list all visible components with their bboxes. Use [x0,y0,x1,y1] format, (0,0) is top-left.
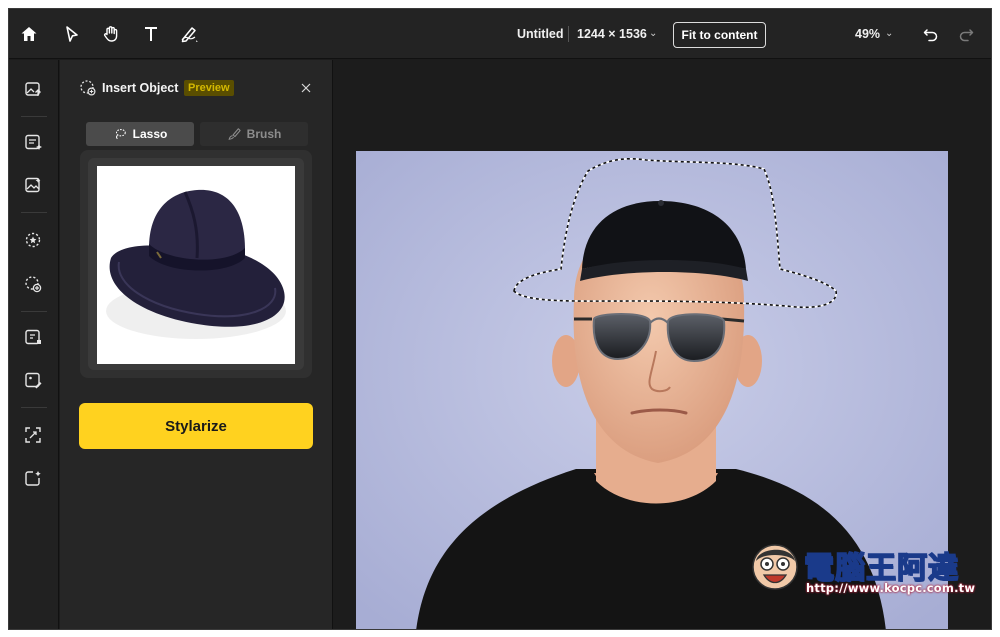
text-edit-icon[interactable] [21,130,45,154]
image-upload-icon[interactable] [21,77,45,101]
canvas-size[interactable]: 1244 × 1536 [577,27,647,41]
tab-lasso[interactable]: Lasso [86,122,194,146]
close-icon[interactable] [296,78,316,98]
hat-object-image [97,166,295,364]
tab-brush-label: Brush [246,127,282,141]
select-arrow-icon[interactable] [60,22,84,46]
rail-divider [21,212,47,213]
app-window: Untitled 1244 × 1536 ⌄ Fit to content 49… [8,8,992,630]
rail-divider [21,407,47,408]
image-edit-icon[interactable] [21,173,45,197]
insert-object-icon[interactable] [21,272,45,296]
chevron-down-icon[interactable]: ⌄ [885,28,893,39]
rail-divider [21,116,47,117]
zoom-level[interactable]: 49% [855,27,880,41]
pen-tool-icon[interactable] [177,22,201,46]
home-icon[interactable] [17,22,41,46]
tool-rail [9,60,59,629]
brush-icon [228,128,241,140]
document-title: Untitled [517,27,564,41]
preview-badge: Preview [184,80,234,96]
crop-expand-icon[interactable] [21,325,45,349]
watermark-mascot-icon [748,539,802,593]
watermark-url: http://www.kocpc.com.tw [806,581,976,595]
object-preview-card[interactable] [80,150,312,378]
canvas-area[interactable]: 電腦王阿達 http://www.kocpc.com.tw [334,60,991,629]
chevron-down-icon[interactable]: ⌄ [649,28,657,39]
title-divider [568,26,569,42]
top-toolbar: Untitled 1244 × 1536 ⌄ Fit to content 49… [9,9,991,59]
tab-brush[interactable]: Brush [200,122,308,146]
magic-select-icon[interactable] [21,228,45,252]
rail-divider [21,311,47,312]
insert-object-icon [78,78,98,98]
upscale-icon[interactable] [21,423,45,447]
insert-object-panel: Insert Object Preview Lasso Brush Stylar… [60,60,333,629]
lasso-icon [115,129,126,140]
selection-mode-tabs: Lasso Brush [86,122,308,146]
tab-lasso-label: Lasso [132,127,168,141]
generate-icon[interactable] [21,466,45,490]
redo-icon[interactable] [954,22,978,46]
fit-to-content-button[interactable]: Fit to content [673,22,766,48]
stylarize-button[interactable]: Stylarize [79,403,313,449]
text-tool-icon[interactable] [139,22,163,46]
object-preview-frame [88,158,304,370]
watermark: 電腦王阿達 http://www.kocpc.com.tw [746,531,986,601]
image-style-icon[interactable] [21,368,45,392]
hand-icon[interactable] [99,22,123,46]
panel-title: Insert Object [102,81,179,95]
undo-icon[interactable] [919,22,943,46]
